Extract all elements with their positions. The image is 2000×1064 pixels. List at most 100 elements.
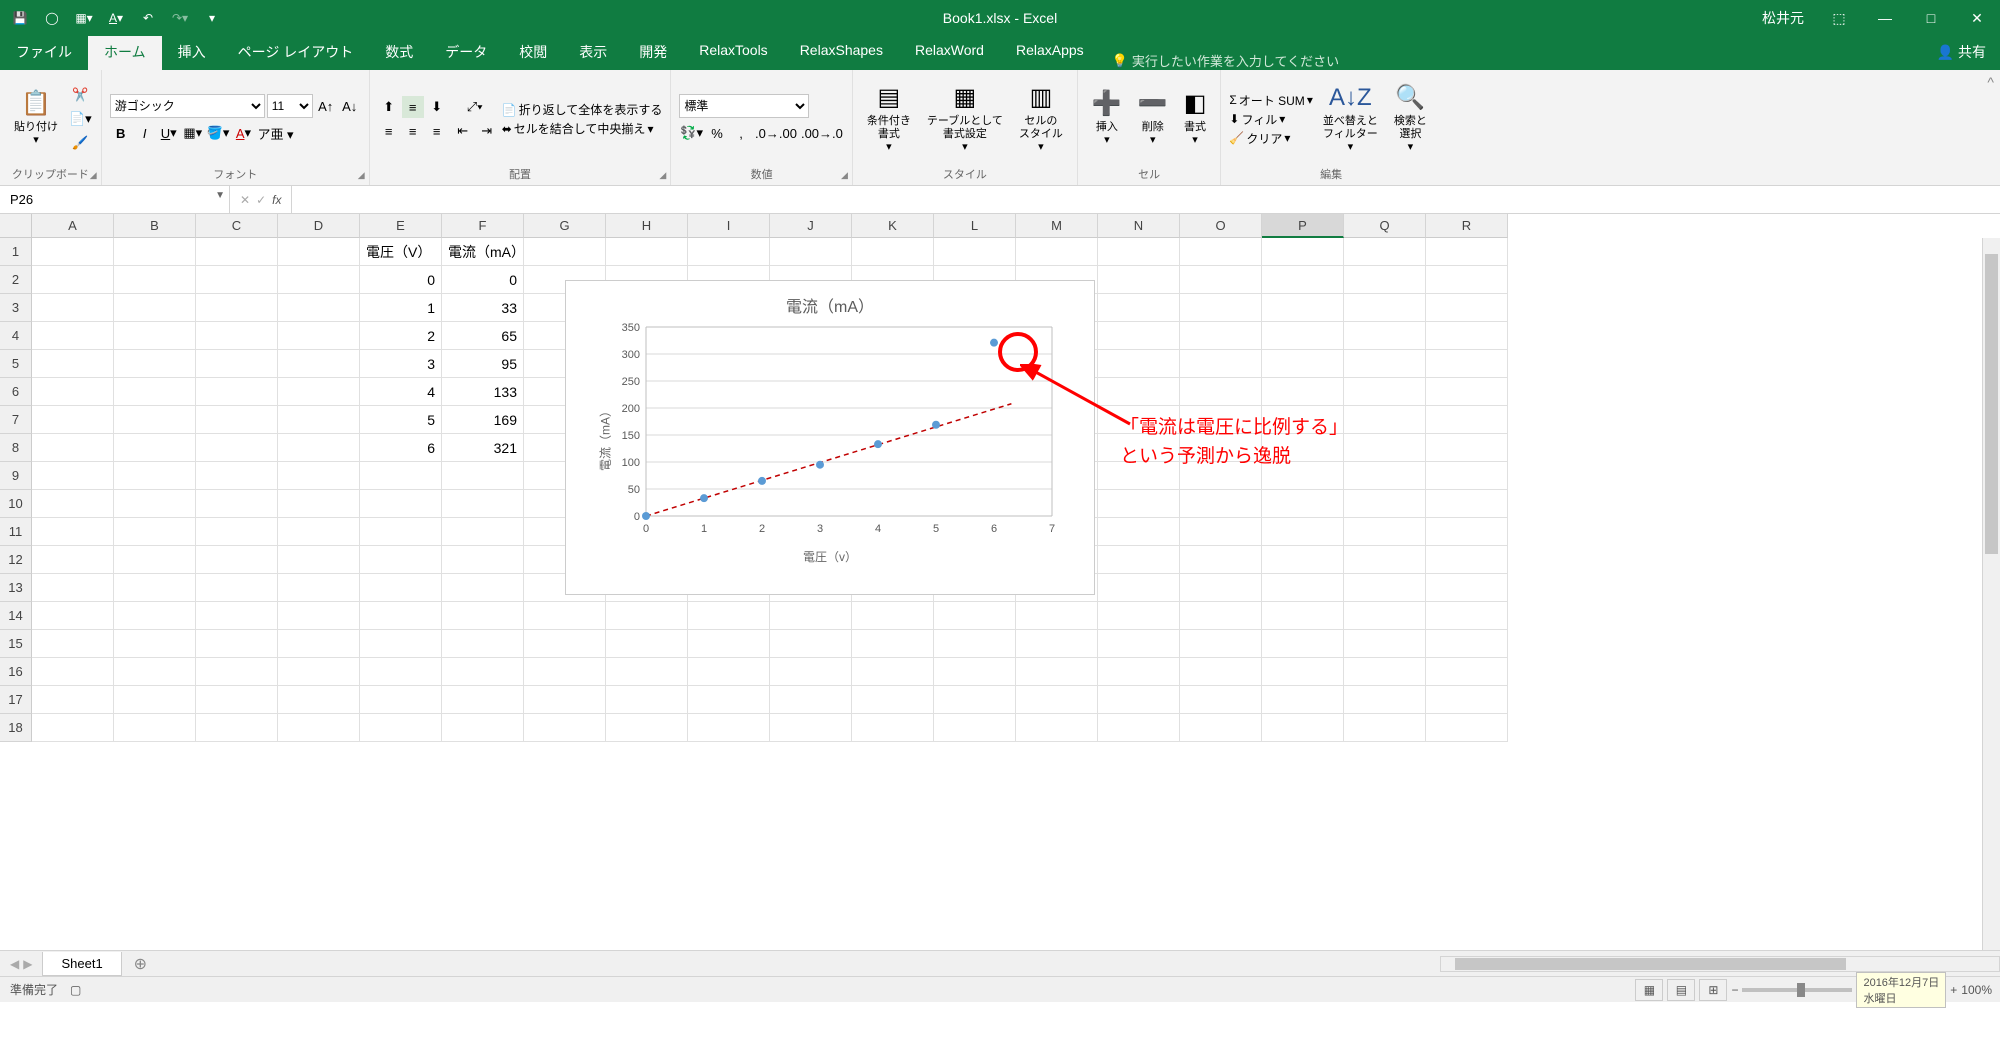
format-cells-button[interactable]: ◧書式▾ [1178, 74, 1213, 164]
cell[interactable] [1426, 294, 1508, 322]
cell[interactable] [1016, 630, 1098, 658]
cell[interactable] [1098, 490, 1180, 518]
cell[interactable] [1262, 378, 1344, 406]
cell[interactable] [1262, 574, 1344, 602]
cell[interactable] [1262, 546, 1344, 574]
cell[interactable] [1344, 462, 1426, 490]
add-sheet-button[interactable]: ⊕ [122, 954, 159, 974]
cell[interactable] [606, 686, 688, 714]
cell[interactable] [278, 658, 360, 686]
cell[interactable] [934, 686, 1016, 714]
dialog-launcher-icon[interactable]: ◢ [358, 170, 365, 181]
row-header[interactable]: 16 [0, 658, 32, 686]
qat-customize-icon[interactable]: ▾ [200, 6, 224, 30]
align-middle-icon[interactable]: ≡ [402, 96, 424, 118]
cell[interactable] [360, 574, 442, 602]
cell[interactable] [442, 462, 524, 490]
row-header[interactable]: 17 [0, 686, 32, 714]
cell[interactable] [196, 294, 278, 322]
tab-数式[interactable]: 数式 [369, 34, 429, 70]
cell[interactable] [1016, 714, 1098, 742]
border-icon[interactable]: ▦▾ [182, 122, 204, 144]
page-break-view-icon[interactable]: ⊞ [1699, 979, 1727, 1001]
cell[interactable] [114, 546, 196, 574]
cell[interactable] [1262, 518, 1344, 546]
cell[interactable] [278, 546, 360, 574]
cell[interactable]: 3 [360, 350, 442, 378]
cell[interactable] [360, 518, 442, 546]
italic-button[interactable]: I [134, 122, 156, 144]
align-bottom-icon[interactable]: ⬇ [426, 96, 448, 118]
font-size-select[interactable]: 11 [267, 94, 313, 118]
cancel-formula-icon[interactable]: ✕ [240, 193, 250, 207]
cell[interactable] [32, 322, 114, 350]
cell[interactable] [360, 602, 442, 630]
dialog-launcher-icon[interactable]: ◢ [659, 170, 666, 181]
cell[interactable] [114, 434, 196, 462]
cell[interactable]: 4 [360, 378, 442, 406]
col-header[interactable]: F [442, 214, 524, 238]
col-header[interactable]: M [1016, 214, 1098, 238]
col-header[interactable]: L [934, 214, 1016, 238]
cell[interactable] [196, 322, 278, 350]
cell[interactable] [1344, 574, 1426, 602]
circle-icon[interactable]: ◯ [40, 6, 64, 30]
format-table-button[interactable]: ▦テーブルとして 書式設定▾ [921, 74, 1009, 164]
cell[interactable] [196, 266, 278, 294]
cell[interactable] [1344, 714, 1426, 742]
cell[interactable] [1098, 238, 1180, 266]
cell[interactable] [1180, 350, 1262, 378]
underline-button[interactable]: U▾ [158, 122, 180, 144]
tab-ファイル[interactable]: ファイル [0, 34, 88, 70]
col-header[interactable]: N [1098, 214, 1180, 238]
tab-ページ レイアウト[interactable]: ページ レイアウト [222, 34, 370, 70]
cell[interactable] [1098, 574, 1180, 602]
cell[interactable] [1180, 546, 1262, 574]
cell[interactable] [32, 658, 114, 686]
cell[interactable] [852, 658, 934, 686]
cell[interactable] [114, 574, 196, 602]
collapse-ribbon-icon[interactable]: ^ [1981, 70, 2000, 185]
cell[interactable] [606, 714, 688, 742]
cell[interactable] [278, 686, 360, 714]
cell[interactable] [114, 350, 196, 378]
cell[interactable] [32, 238, 114, 266]
cell[interactable] [278, 518, 360, 546]
cell-styles-button[interactable]: ▥セルの スタイル▾ [1013, 74, 1069, 164]
cell[interactable] [688, 238, 770, 266]
cell[interactable] [442, 574, 524, 602]
cell[interactable] [360, 686, 442, 714]
cell[interactable] [442, 602, 524, 630]
fill-color-icon[interactable]: 🪣▾ [206, 122, 231, 144]
cell[interactable] [1262, 238, 1344, 266]
cell[interactable] [442, 658, 524, 686]
cell[interactable] [1426, 490, 1508, 518]
undo-icon[interactable]: ↶ [136, 6, 160, 30]
cell[interactable] [1262, 322, 1344, 350]
col-header[interactable]: R [1426, 214, 1508, 238]
cell[interactable] [1426, 406, 1508, 434]
cell[interactable]: 0 [442, 266, 524, 294]
cell[interactable] [196, 378, 278, 406]
delete-cells-button[interactable]: ➖削除▾ [1132, 74, 1174, 164]
number-format-select[interactable]: 標準 [679, 94, 809, 118]
tab-RelaxWord[interactable]: RelaxWord [899, 34, 1000, 70]
cell[interactable] [1262, 686, 1344, 714]
tab-表示[interactable]: 表示 [563, 34, 623, 70]
cell[interactable] [1344, 546, 1426, 574]
cell[interactable] [934, 630, 1016, 658]
clear-button[interactable]: 🧹 クリア ▾ [1229, 130, 1312, 147]
cell[interactable] [1098, 546, 1180, 574]
row-header[interactable]: 12 [0, 546, 32, 574]
decrease-decimal-icon[interactable]: .00→.0 [800, 122, 844, 144]
cell[interactable] [278, 574, 360, 602]
cell[interactable] [278, 266, 360, 294]
col-header[interactable]: A [32, 214, 114, 238]
cell[interactable] [688, 658, 770, 686]
cell[interactable] [32, 462, 114, 490]
cell[interactable]: 321 [442, 434, 524, 462]
cell[interactable] [1016, 238, 1098, 266]
cell[interactable] [32, 546, 114, 574]
cell[interactable] [114, 322, 196, 350]
row-header[interactable]: 1 [0, 238, 32, 266]
